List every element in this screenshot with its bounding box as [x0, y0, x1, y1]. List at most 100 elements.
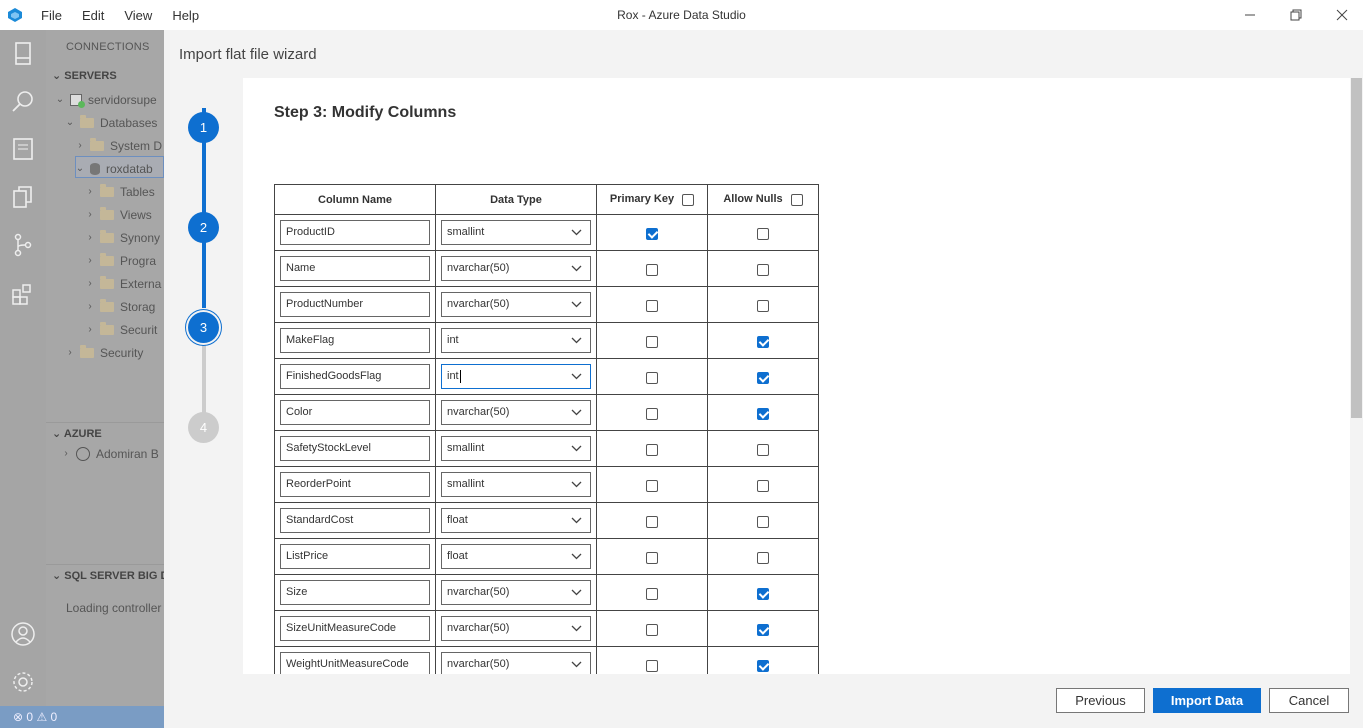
- primary-key-checkbox[interactable]: [646, 587, 658, 600]
- column-name-input[interactable]: MakeFlag: [280, 328, 430, 353]
- primary-key-checkbox[interactable]: [646, 659, 658, 672]
- data-type-value: nvarchar(50): [447, 658, 510, 670]
- column-name-input[interactable]: Name: [280, 256, 430, 281]
- tree-item-system-databases[interactable]: › System D: [74, 135, 162, 157]
- step-1-indicator[interactable]: 1: [188, 112, 219, 143]
- primary-key-checkbox[interactable]: [646, 515, 658, 528]
- tree-item-programmability[interactable]: › Progra: [84, 250, 156, 272]
- tree-item-databases[interactable]: ⌄ Databases: [64, 112, 157, 134]
- data-type-dropdown[interactable]: smallint: [441, 472, 591, 497]
- azure-section-header[interactable]: ⌄ AZURE: [52, 427, 102, 440]
- previous-button[interactable]: Previous: [1056, 688, 1145, 713]
- servers-section-header[interactable]: ⌄ SERVERS: [52, 69, 117, 82]
- column-name-input[interactable]: ProductID: [280, 220, 430, 245]
- primary-key-checkbox[interactable]: [646, 227, 658, 240]
- bigdata-section-header[interactable]: ⌄ SQL SERVER BIG DA: [52, 569, 164, 582]
- tree-item-external[interactable]: › Externa: [84, 273, 161, 295]
- allow-nulls-checkbox[interactable]: [757, 371, 769, 384]
- status-bar[interactable]: ⊗ 0 ⚠ 0: [0, 706, 164, 728]
- close-window-button[interactable]: [1319, 0, 1363, 30]
- step-2-indicator[interactable]: 2: [188, 212, 219, 243]
- data-type-dropdown[interactable]: float: [441, 544, 591, 569]
- allow-nulls-checkbox[interactable]: [757, 335, 769, 348]
- chevron-down-icon: [571, 581, 582, 604]
- column-name-input[interactable]: SizeUnitMeasureCode: [280, 616, 430, 641]
- allow-nulls-checkbox[interactable]: [757, 515, 769, 528]
- data-type-dropdown[interactable]: smallint: [441, 220, 591, 245]
- data-type-dropdown[interactable]: nvarchar(50): [441, 580, 591, 605]
- allow-nulls-checkbox[interactable]: [757, 551, 769, 564]
- tree-item-db-security[interactable]: › Securit: [84, 319, 157, 341]
- restore-button[interactable]: [1273, 0, 1319, 30]
- table-header-row: Column Name Data Type Primary Key Allow …: [274, 184, 819, 215]
- menu-file[interactable]: File: [31, 8, 72, 23]
- settings-gear-icon[interactable]: [9, 668, 37, 696]
- tree-item-views[interactable]: › Views: [84, 204, 152, 226]
- primary-key-checkbox[interactable]: [646, 335, 658, 348]
- tree-item-synonyms[interactable]: › Synony: [84, 227, 160, 249]
- menu-edit[interactable]: Edit: [72, 8, 114, 23]
- tree-item-tables[interactable]: › Tables: [84, 181, 155, 203]
- data-type-dropdown[interactable]: nvarchar(50): [441, 652, 591, 674]
- column-name-input[interactable]: ProductNumber: [280, 292, 430, 317]
- column-name-input[interactable]: FinishedGoodsFlag: [280, 364, 430, 389]
- allow-nulls-checkbox[interactable]: [757, 443, 769, 456]
- step-4-indicator[interactable]: 4: [188, 412, 219, 443]
- notebook-icon[interactable]: [9, 135, 37, 163]
- menu-view[interactable]: View: [114, 8, 162, 23]
- primary-key-checkbox[interactable]: [646, 443, 658, 456]
- step-3-indicator[interactable]: 3: [188, 312, 219, 343]
- primary-key-select-all-checkbox[interactable]: [682, 193, 695, 206]
- menu-help[interactable]: Help: [162, 8, 209, 23]
- primary-key-cell: [596, 322, 708, 359]
- cancel-button[interactable]: Cancel: [1269, 688, 1349, 713]
- column-name-input[interactable]: WeightUnitMeasureCode: [280, 652, 430, 674]
- extensions-icon[interactable]: [9, 280, 37, 308]
- column-name-input[interactable]: Color: [280, 400, 430, 425]
- data-type-dropdown[interactable]: smallint: [441, 436, 591, 461]
- allow-nulls-checkbox[interactable]: [757, 623, 769, 636]
- tree-item-server[interactable]: ⌄ servidorsupe: [54, 89, 157, 111]
- primary-key-checkbox[interactable]: [646, 479, 658, 492]
- tree-item-security[interactable]: › Security: [64, 342, 143, 364]
- column-name-input[interactable]: StandardCost: [280, 508, 430, 533]
- column-name-input[interactable]: SafetyStockLevel: [280, 436, 430, 461]
- data-type-dropdown[interactable]: int: [441, 364, 591, 389]
- import-data-button[interactable]: Import Data: [1153, 688, 1261, 713]
- tree-item-roxdatabase[interactable]: ⌄ roxdatab: [74, 158, 153, 180]
- allow-nulls-checkbox[interactable]: [757, 479, 769, 492]
- data-type-dropdown[interactable]: nvarchar(50): [441, 616, 591, 641]
- content-scrollbar[interactable]: [1350, 78, 1363, 674]
- allow-nulls-checkbox[interactable]: [757, 659, 769, 672]
- allow-nulls-select-all-checkbox[interactable]: [790, 193, 803, 206]
- data-type-header: Data Type: [435, 184, 597, 215]
- primary-key-checkbox[interactable]: [646, 263, 658, 276]
- connections-icon[interactable]: [9, 40, 37, 68]
- data-type-dropdown[interactable]: nvarchar(50): [441, 256, 591, 281]
- source-control-icon[interactable]: [9, 231, 37, 259]
- data-type-dropdown[interactable]: nvarchar(50): [441, 400, 591, 425]
- azure-account-item[interactable]: › Adomiran B: [60, 443, 159, 465]
- allow-nulls-checkbox[interactable]: [757, 227, 769, 240]
- scrollbar-thumb[interactable]: [1351, 78, 1362, 418]
- search-icon[interactable]: [9, 88, 37, 116]
- account-icon[interactable]: [9, 620, 37, 648]
- data-type-dropdown[interactable]: nvarchar(50): [441, 292, 591, 317]
- allow-nulls-checkbox[interactable]: [757, 407, 769, 420]
- allow-nulls-checkbox[interactable]: [757, 299, 769, 312]
- tree-item-storage[interactable]: › Storag: [84, 296, 155, 318]
- data-type-dropdown[interactable]: float: [441, 508, 591, 533]
- column-name-input[interactable]: Size: [280, 580, 430, 605]
- primary-key-checkbox[interactable]: [646, 407, 658, 420]
- column-name-input[interactable]: ReorderPoint: [280, 472, 430, 497]
- explorer-icon[interactable]: [9, 183, 37, 211]
- primary-key-checkbox[interactable]: [646, 623, 658, 636]
- allow-nulls-checkbox[interactable]: [757, 587, 769, 600]
- allow-nulls-checkbox[interactable]: [757, 263, 769, 276]
- primary-key-checkbox[interactable]: [646, 371, 658, 384]
- column-name-input[interactable]: ListPrice: [280, 544, 430, 569]
- primary-key-checkbox[interactable]: [646, 551, 658, 564]
- primary-key-checkbox[interactable]: [646, 299, 658, 312]
- minimize-button[interactable]: [1227, 0, 1273, 30]
- data-type-dropdown[interactable]: int: [441, 328, 591, 353]
